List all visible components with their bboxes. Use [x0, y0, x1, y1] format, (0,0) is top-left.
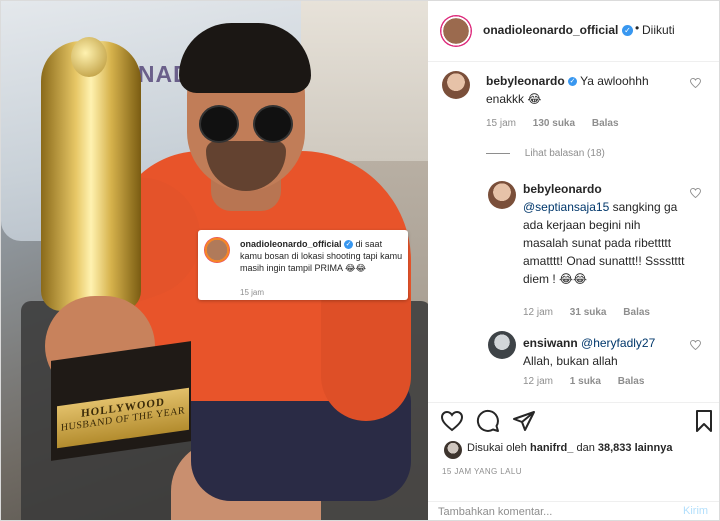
author-avatar[interactable] [440, 15, 472, 47]
header-separator: • [635, 21, 640, 35]
post-timestamp[interactable]: 15 JAM YANG LALU [442, 467, 522, 476]
replies-line [486, 152, 510, 154]
author-username[interactable]: onadioleonardo_official [483, 23, 618, 37]
likes-summary: Disukai oleh hanifrd_ dan 38,833 lainnya [467, 442, 672, 454]
sunglasses-lens-right [253, 105, 293, 143]
comment-username[interactable]: bebyleonardo [523, 182, 602, 196]
verified-badge-icon: ✓ [568, 77, 578, 87]
comment-input[interactable] [438, 504, 658, 520]
comment-likes[interactable]: 130 suka [533, 118, 575, 129]
comment-avatar[interactable] [488, 181, 516, 209]
comment-time[interactable]: 12 jam [523, 307, 553, 318]
liked-by-count[interactable]: 38,833 lainnya [598, 442, 673, 454]
comment-time[interactable]: 12 jam [523, 376, 553, 387]
small-heart-icon[interactable] [690, 188, 701, 198]
add-comment-box: Kirim [428, 501, 719, 521]
reply-button[interactable]: Balas [618, 376, 645, 387]
post-actions: Disukai oleh hanifrd_ dan 38,833 lainnya… [428, 402, 719, 503]
comment-time[interactable]: 15 jam [486, 118, 516, 129]
verified-badge-icon: ✓ [622, 25, 633, 36]
comment-text-block: ensiwann @heryfadly27 Allah, bukan allah [523, 334, 693, 370]
comment-avatar[interactable] [442, 71, 470, 99]
comment-text-block: bebyleonardo ✓ Ya awloohhh enakkk 😂 [486, 72, 686, 108]
photo-trophy-head [71, 37, 107, 77]
comment-text-block: bebyleonardo @septiansaja15 sangking ga … [523, 180, 685, 288]
photo-trophy [41, 41, 141, 311]
sunglasses-lens-left [199, 105, 239, 143]
view-replies-button[interactable]: Lihat balasan (18) [486, 148, 605, 159]
small-heart-icon[interactable] [690, 78, 701, 88]
photo-hair [179, 23, 311, 93]
following-button[interactable]: Diikuti [642, 23, 675, 37]
comment-mention[interactable]: @septiansaja15 [523, 200, 609, 214]
comment-text: Allah, bukan allah [523, 354, 618, 368]
caption-avatar [204, 237, 230, 263]
comment-mention[interactable]: @heryfadly27 [581, 336, 655, 350]
post-comment-button[interactable]: Kirim [683, 505, 708, 517]
comment-avatar[interactable] [488, 331, 516, 359]
post-header: onadioleonardo_official ✓ • Diikuti [428, 1, 719, 62]
comments-list[interactable]: bebyleonardo ✓ Ya awloohhh enakkk 😂 15 j… [428, 62, 719, 402]
heart-outline-icon[interactable] [440, 409, 464, 433]
comment-username[interactable]: bebyleonardo [486, 74, 565, 88]
post-frame: ONADIO HOLLYWOOD HUSBAND OF THE YEAR ona… [0, 0, 720, 521]
comment-likes[interactable]: 31 suka [570, 307, 607, 318]
comment-username[interactable]: ensiwann [523, 336, 578, 350]
paper-plane-icon[interactable] [512, 409, 536, 433]
comment-meta: 15 jam 130 suka Balas [486, 118, 633, 129]
post-photo[interactable]: ONADIO HOLLYWOOD HUSBAND OF THE YEAR ona… [1, 1, 428, 520]
caption-text-block: onadioleonardo_official ✓ di saat kamu b… [240, 238, 404, 274]
photo-wall [301, 1, 428, 161]
caption-time: 15 jam [240, 288, 265, 297]
caption-overlay-card: onadioleonardo_official ✓ di saat kamu b… [198, 230, 408, 300]
speech-bubble-icon[interactable] [476, 409, 500, 433]
liked-by-prefix: Disukai oleh [467, 442, 527, 454]
reply-button[interactable]: Balas [592, 118, 619, 129]
reply-button[interactable]: Balas [623, 307, 650, 318]
caption-username: onadioleonardo_official [240, 239, 342, 249]
comment-likes[interactable]: 1 suka [570, 376, 601, 387]
comment-meta: 12 jam 1 suka Balas [523, 376, 658, 387]
comment-meta: 12 jam 31 suka Balas [523, 307, 664, 318]
liked-by-middle: dan [576, 442, 595, 454]
small-heart-icon[interactable] [690, 340, 701, 350]
liker-avatar[interactable] [444, 441, 462, 459]
verified-badge-icon: ✓ [344, 240, 354, 250]
view-replies-label[interactable]: Lihat balasan (18) [525, 148, 605, 159]
bookmark-icon[interactable] [692, 409, 716, 433]
liked-by-user[interactable]: hanifrd_ [530, 442, 573, 454]
